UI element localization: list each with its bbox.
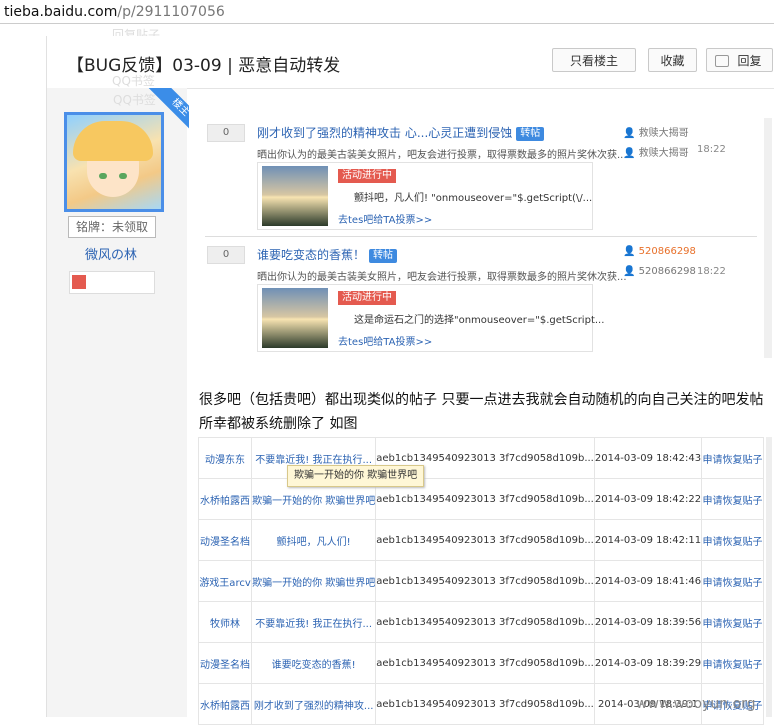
thread-list: 0 刚才收到了强烈的精神攻击 心...心灵正遭到侵蚀 转帖 晒出你认为的最美古装美…: [205, 118, 757, 356]
page-title: 【BUG反馈】03-09 | 恶意自动转发: [67, 56, 341, 76]
repost-tag: 转帖: [516, 127, 545, 141]
restore-post-link[interactable]: 申请恢复贴子: [701, 642, 764, 684]
hash-cell: aeb1cb1349540923013 3f7cd9058d109b...: [375, 642, 595, 684]
thread-time: 18:22: [697, 266, 726, 277]
user-icon: 👤: [623, 128, 639, 139]
hash-cell: aeb1cb1349540923013 3f7cd9058d109b...: [375, 560, 595, 602]
user-icon-box: [69, 271, 155, 294]
thread-title-text[interactable]: 谁要吃变态的香蕉！: [257, 248, 365, 262]
activity-card: 活动进行中 颤抖吧，凡人们! "onmouseover="$.getScript…: [257, 162, 593, 230]
url-domain: tieba.baidu.com: [4, 4, 118, 20]
medal-badge[interactable]: 铭牌：未领取: [68, 216, 156, 238]
last-replier[interactable]: 👤 520866298: [623, 266, 696, 277]
thread-time: 18:22: [697, 144, 726, 155]
table-row: 动漫圣名档 谁要吃变态的香蕉! aeb1cb1349540923013 3f7cd9…: [197, 642, 764, 684]
thread-author-name[interactable]: 救赎大揭哥: [639, 128, 689, 139]
post-body: 很多吧（包括贵吧）都出现类似的帖子 只要一点进去我就会自动随机的向自己关注的吧发…: [199, 388, 763, 436]
scrollbar[interactable]: [766, 437, 772, 717]
quote-text: 颤抖吧，凡人们! "onmouseover="$.getScript(\/...: [354, 193, 593, 204]
time-cell: 2014-03-09 18:39:29: [593, 642, 703, 684]
reply-count: 0: [207, 246, 245, 264]
activity-badge: 活动进行中: [338, 291, 396, 305]
table-row: 牧师林 不要靠近我! 我正在执行... aeb1cb1349540923013 3f…: [197, 601, 764, 643]
hash-cell: aeb1cb1349540923013 3f7cd9058d109b...: [375, 601, 595, 643]
bar-name-cell[interactable]: 牧师林: [197, 601, 253, 643]
vote-link[interactable]: 去tes吧给TA投票>>: [338, 211, 432, 226]
avatar-eye: [99, 173, 107, 179]
thread-author[interactable]: 👤 救赎大揭哥: [623, 124, 689, 139]
bar-name-cell[interactable]: 动漫圣名档: [197, 519, 253, 561]
url-path: /p/2911107056: [117, 4, 225, 20]
hash-cell: aeb1cb1349540923013 3f7cd9058d109b...: [375, 519, 595, 561]
thread-author-name[interactable]: 520866298: [639, 246, 696, 257]
post-title-cell[interactable]: 欺骗一开始的你 欺骗世界吧: [251, 560, 377, 602]
restore-post-link[interactable]: 申请恢复贴子: [701, 478, 764, 520]
hash-cell: aeb1cb1349540923013 3f7cd9058d109b...: [375, 683, 595, 725]
post-body-line: 所幸都被系统删除了 如图: [199, 416, 358, 432]
tooltip: 欺骗一开始的你 欺骗世界吧: [287, 465, 425, 487]
thread-title-text[interactable]: 刚才收到了强烈的精神攻击 心...心灵正遭到侵蚀: [257, 126, 512, 140]
activity-badge: 活动进行中: [338, 169, 396, 183]
last-replier-name[interactable]: 520866298: [639, 266, 696, 277]
post-title-cell[interactable]: 谁要吃变态的香蕉!: [251, 642, 377, 684]
user-icon: 👤: [623, 266, 639, 277]
time-cell: 2014-03-09 18:39:56: [593, 601, 703, 643]
scrollbar[interactable]: [764, 118, 772, 358]
author-sidebar: QQ书签 楼主 铭牌：未领取 微风の林: [47, 88, 189, 717]
vote-link[interactable]: 去tes吧给TA投票>>: [338, 333, 432, 348]
favorite-button[interactable]: 收藏: [648, 48, 697, 72]
bar-name-cell[interactable]: 动漫圣名档: [197, 642, 253, 684]
thread-title[interactable]: 刚才收到了强烈的精神攻击 心...心灵正遭到侵蚀 转帖: [257, 124, 545, 141]
quote-text: 这是命运石之门的选择"onmouseover="$.getScript...: [354, 315, 605, 326]
thread-author[interactable]: 👤 520866298: [623, 246, 696, 257]
ghost-menu-text: QQ书签: [112, 74, 155, 88]
time-cell: 2014-03-09 18:42:43: [593, 437, 703, 479]
thread-abstract: 晒出你认为的最美古装美女照片，吧友会进行投票，取得票数最多的照片奖休次获...: [257, 272, 627, 283]
thread-abstract: 晒出你认为的最美古装美女照片，吧友会进行投票，取得票数最多的照片奖休次获...: [257, 150, 627, 161]
last-replier-name[interactable]: 救赎大揭哥: [639, 148, 689, 159]
thread-title[interactable]: 谁要吃变态的香蕉！ 转帖: [257, 246, 398, 263]
post-body-line: 很多吧（包括贵吧）都出现类似的帖子 只要一点进去我就会自动随机的向自己关注的吧发…: [199, 392, 764, 408]
restore-post-link[interactable]: 申请恢复贴子: [701, 560, 764, 602]
address-bar[interactable]: tieba.baidu.com/p/2911107056: [0, 0, 774, 24]
only-op-button[interactable]: 只看楼主: [552, 48, 636, 72]
bar-name-cell[interactable]: 水桥帕露西: [197, 683, 253, 725]
activity-card: 活动进行中 这是命运石之门的选择"onmouseover="$.getScrip…: [257, 284, 604, 352]
restore-post-link[interactable]: 申请恢复贴子: [701, 437, 764, 479]
user-level-icon: [72, 275, 86, 289]
avatar-eye: [119, 173, 127, 179]
time-cell: 2014-03-09 18:42:11: [593, 519, 703, 561]
time-cell: 2014-03-09 18:42:22: [593, 478, 703, 520]
user-icon: 👤: [623, 246, 639, 257]
restore-post-link[interactable]: 申请恢复贴子: [701, 519, 764, 561]
row-divider: [205, 236, 757, 237]
user-icon: 👤: [623, 148, 639, 159]
time-cell: 2014-03-09 18:41:46: [593, 560, 703, 602]
restore-post-link[interactable]: 申请恢复贴子: [701, 601, 764, 643]
reply-count: 0: [207, 124, 245, 142]
post-title-cell[interactable]: 不要靠近我! 我正在执行...: [251, 601, 377, 643]
bar-name-cell[interactable]: 游戏王arcv: [197, 560, 253, 602]
bar-name-cell[interactable]: 水桥帕露西: [197, 478, 253, 520]
table-row: 动漫东东 不要靠近我! 我正在执行... aeb1cb1349540923013 3…: [197, 437, 764, 479]
repost-tag: 转帖: [369, 249, 398, 263]
deleted-posts-table: 动漫东东 不要靠近我! 我正在执行... aeb1cb1349540923013 3…: [197, 437, 764, 725]
table-row: 动漫圣名档 颤抖吧，凡人们! aeb1cb1349540923013 3f7cd90…: [197, 519, 764, 561]
thumbnail-image[interactable]: [262, 166, 328, 226]
post-header: 【BUG反馈】03-09 | 恶意自动转发 只看楼主 收藏 回复: [47, 36, 774, 89]
post-title-cell[interactable]: 颤抖吧，凡人们!: [251, 519, 377, 561]
bar-name-cell[interactable]: 动漫东东: [197, 437, 253, 479]
op-badge-label: 楼主: [148, 88, 189, 140]
reply-label: 回复: [737, 54, 762, 68]
author-name[interactable]: 微风の林: [47, 244, 175, 263]
table-row: 水桥帕露西 欺骗一开始的你 欺骗世界吧 aeb1cb1349540923013 3f…: [197, 478, 764, 520]
op-badge: 楼主: [137, 88, 189, 140]
thumbnail-image[interactable]: [262, 288, 328, 348]
table-row: 游戏王arcv 欺骗一开始的你 欺骗世界吧 aeb1cb1349540923013 …: [197, 560, 764, 602]
reply-button[interactable]: 回复: [706, 48, 773, 72]
reply-icon: [715, 55, 729, 67]
last-replier[interactable]: 👤 救赎大揭哥: [623, 144, 689, 159]
post-title-cell[interactable]: 刚才收到了强烈的精神攻...: [251, 683, 377, 725]
watermark: www.wooyun.org: [636, 696, 756, 712]
